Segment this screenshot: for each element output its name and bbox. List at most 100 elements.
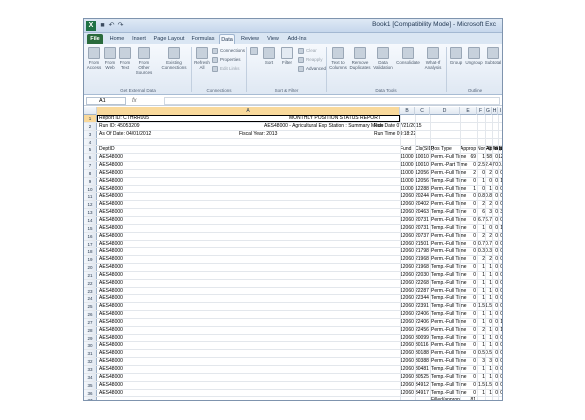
cell-a[interactable]: AES48000 xyxy=(99,201,399,208)
cell-g[interactable]: 1 xyxy=(485,186,492,193)
cell-b[interactable]: 12060 xyxy=(400,225,415,232)
column-header-c[interactable]: C xyxy=(415,107,430,115)
cell-g[interactable]: 1 xyxy=(485,327,492,334)
cell-f[interactable]: 1 xyxy=(477,154,485,161)
cell-g[interactable]: 1 xyxy=(485,335,492,342)
row-header[interactable]: 18 xyxy=(84,248,97,256)
cell-g[interactable]: 2 xyxy=(485,233,492,240)
cell-d[interactable]: Perm.-Full Time xyxy=(431,201,466,208)
cell-a[interactable]: AES48000 xyxy=(99,154,399,161)
cell-c[interactable]: 12056 xyxy=(415,170,430,177)
cell-b[interactable]: 11000 xyxy=(400,178,415,185)
cell-g[interactable]: 1 xyxy=(485,342,492,349)
cell-a[interactable]: AES48000 xyxy=(99,233,399,240)
cell-a[interactable]: AES48000 xyxy=(99,193,399,200)
cell-c[interactable]: 22406 xyxy=(415,319,430,326)
row-header[interactable]: 23 xyxy=(84,287,97,295)
cell-b[interactable]: 12060 xyxy=(400,366,415,373)
cell-f[interactable]: 1 xyxy=(477,225,485,232)
row-header[interactable]: 27 xyxy=(84,318,97,326)
cell-d[interactable]: Perm.-Full Time xyxy=(431,233,466,240)
cell-g[interactable]: 0.7 xyxy=(485,241,492,248)
cell-f[interactable]: 1 xyxy=(477,280,485,287)
tab-page-layout[interactable]: Page Layout xyxy=(152,34,186,44)
tab-file[interactable]: File xyxy=(87,34,103,44)
row-header[interactable]: 9 xyxy=(84,177,97,185)
cell-a[interactable]: AES48000 xyxy=(99,295,399,302)
connections-button[interactable]: Connections xyxy=(212,48,245,54)
cell-d[interactable]: Perm.-Full Time xyxy=(431,193,466,200)
row-header[interactable]: 4 xyxy=(84,138,97,146)
text-to-columns-button[interactable]: Text to Columns xyxy=(328,47,348,70)
row-header[interactable]: 37 xyxy=(84,397,97,400)
row-header[interactable]: 8 xyxy=(84,169,97,177)
remove-duplicates-button[interactable]: Remove Duplicates xyxy=(349,47,371,70)
cell-b[interactable]: 12060 xyxy=(400,280,415,287)
cell-f[interactable]: 2.5 xyxy=(477,162,485,169)
column-header-g[interactable]: G xyxy=(485,107,492,115)
cell-c[interactable]: 12288 xyxy=(415,186,430,193)
cell-c[interactable]: Cls(SID) xyxy=(415,146,434,153)
cell-d[interactable]: Temp.-Full Time xyxy=(431,225,467,232)
cell-c[interactable]: 12056 xyxy=(415,178,430,185)
row-header[interactable]: 20 xyxy=(84,264,97,271)
cell-e[interactable]: 1 xyxy=(460,186,476,193)
cell-g[interactable]: 1 xyxy=(485,374,492,381)
cell-a[interactable]: AES48000 xyxy=(99,170,399,177)
cell-a[interactable]: AES48000 xyxy=(99,358,399,365)
row-header[interactable]: 25 xyxy=(84,303,97,311)
cell-d[interactable]: Temp.-Full Time xyxy=(431,209,467,216)
cell-c[interactable]: 22287 xyxy=(415,288,430,295)
cell-b[interactable]: 12060 xyxy=(400,382,415,389)
cell-c[interactable]: 34912 xyxy=(415,382,430,389)
row-header[interactable]: 19 xyxy=(84,256,97,264)
row-header[interactable]: 5 xyxy=(84,146,97,154)
cell-b[interactable]: 12060 xyxy=(400,358,415,365)
cell-d[interactable]: Temp.-Full Time xyxy=(431,303,467,310)
cell-b[interactable]: 12060 xyxy=(400,264,415,271)
row-header[interactable]: 24 xyxy=(84,295,97,303)
subtotal-button[interactable]: Subtotal xyxy=(484,47,502,65)
cell-e[interactable]: 81 xyxy=(460,397,476,400)
cell-e[interactable]: 0 xyxy=(460,342,476,349)
cell-e[interactable]: 0 xyxy=(460,225,476,232)
cell-g[interactable]: 58 xyxy=(485,154,492,161)
cell-d[interactable]: Temp.-Full Time xyxy=(431,335,467,342)
cell-e[interactable]: 0 xyxy=(460,280,476,287)
cell-f[interactable]: 1 xyxy=(477,264,485,271)
cell-b[interactable]: 12060 xyxy=(400,217,415,224)
cell-d[interactable]: Perm.-Full Time xyxy=(431,248,466,255)
cell-b[interactable]: 12060 xyxy=(400,335,415,342)
cell-a[interactable]: AES48000 xyxy=(99,178,399,185)
cell-a[interactable]: AES48000 xyxy=(99,225,399,232)
cell-g[interactable]: 1 xyxy=(485,295,492,302)
cell-f[interactable]: 1 xyxy=(477,335,485,342)
cell-e[interactable]: 0 xyxy=(460,209,476,216)
name-box[interactable]: A1 xyxy=(86,97,126,105)
cell-e[interactable]: 0 xyxy=(460,233,476,240)
cell-f[interactable]: 1 xyxy=(477,342,485,349)
cell-f[interactable]: 2 xyxy=(477,256,485,263)
cell-f[interactable]: 0.3 xyxy=(477,248,485,255)
select-all-corner[interactable] xyxy=(84,107,97,115)
row-header[interactable]: 11 xyxy=(84,193,97,201)
cell-a[interactable]: AES48000 xyxy=(99,248,399,255)
tab-data[interactable]: Data xyxy=(219,34,235,44)
cell-f[interactable]: 6 xyxy=(477,209,485,216)
cell-d[interactable]: Perm.-Full Time xyxy=(431,288,466,295)
tab-view[interactable]: View xyxy=(264,34,282,44)
cell-e[interactable]: 0 xyxy=(460,335,476,342)
row-header[interactable]: 3 xyxy=(84,130,97,138)
cell-e[interactable]: 0 xyxy=(460,162,476,169)
cell-g[interactable]: 0 xyxy=(485,178,492,185)
row-header[interactable]: 6 xyxy=(84,154,97,162)
cell-g[interactable]: 1 xyxy=(485,264,492,271)
cell-b[interactable]: 12060 xyxy=(400,390,415,397)
cell-d[interactable]: Temp.-Full Time xyxy=(431,382,467,389)
cell-c[interactable]: 30099 xyxy=(415,335,430,342)
cell-e[interactable]: 0 xyxy=(460,295,476,302)
column-header-i[interactable]: I xyxy=(498,107,502,115)
cell-b[interactable]: 12060 xyxy=(400,201,415,208)
cell-a[interactable]: AES48000 xyxy=(99,382,399,389)
cell-d[interactable]: Perm.-Full Time xyxy=(431,241,466,248)
